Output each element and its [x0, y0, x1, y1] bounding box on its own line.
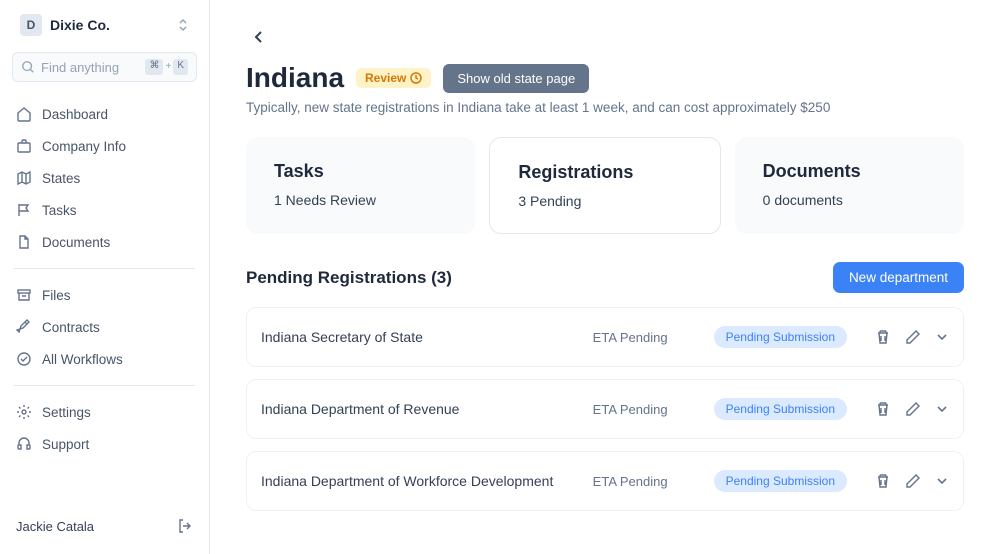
section-header: Pending Registrations (3) New department — [246, 262, 964, 293]
nav-label: Settings — [42, 405, 91, 420]
sidebar-item-settings[interactable]: Settings — [0, 396, 209, 428]
search-placeholder: Find anything — [41, 60, 119, 75]
registrations-list: Indiana Secretary of State ETA Pending P… — [246, 307, 964, 511]
sidebar-item-workflows[interactable]: All Workflows — [0, 343, 209, 375]
status-badge: Pending Submission — [714, 398, 847, 420]
search-input[interactable]: Find anything ⌘ + K — [12, 52, 197, 82]
nav-label: Documents — [42, 235, 110, 250]
gear-icon — [16, 404, 32, 420]
map-icon — [16, 170, 32, 186]
card-title: Documents — [763, 161, 936, 182]
edit-icon[interactable] — [905, 401, 921, 417]
registration-row[interactable]: Indiana Department of Workforce Developm… — [246, 451, 964, 511]
clock-icon — [410, 72, 422, 84]
chevron-down-icon[interactable] — [935, 402, 949, 416]
search-icon — [21, 60, 35, 74]
page-subtitle: Typically, new state registrations in In… — [246, 100, 964, 115]
sidebar-item-contracts[interactable]: Contracts — [0, 311, 209, 343]
check-circle-icon — [16, 351, 32, 367]
sidebar-item-files[interactable]: Files — [0, 279, 209, 311]
nav-secondary: Files Contracts All Workflows — [0, 275, 209, 379]
archive-icon — [16, 287, 32, 303]
nav-label: Support — [42, 437, 89, 452]
search-kbd: ⌘ + K — [145, 59, 188, 75]
registration-name: Indiana Department of Workforce Developm… — [261, 473, 593, 489]
chevron-down-icon[interactable] — [935, 474, 949, 488]
card-stat: 0 documents — [763, 192, 936, 208]
logout-icon[interactable] — [177, 518, 193, 534]
page-title: Indiana — [246, 62, 344, 94]
review-badge: Review — [356, 68, 431, 88]
org-badge: D — [20, 14, 42, 36]
registration-eta: ETA Pending — [593, 402, 668, 417]
registration-row[interactable]: Indiana Secretary of State ETA Pending P… — [246, 307, 964, 367]
status-badge: Pending Submission — [714, 470, 847, 492]
new-department-button[interactable]: New department — [833, 262, 964, 293]
home-icon — [16, 106, 32, 122]
card-stat: 1 Needs Review — [274, 192, 447, 208]
sidebar-item-dashboard[interactable]: Dashboard — [0, 98, 209, 130]
chevron-updown-icon — [177, 18, 189, 32]
registration-name: Indiana Department of Revenue — [261, 401, 593, 417]
sidebar-item-states[interactable]: States — [0, 162, 209, 194]
row-actions — [875, 329, 949, 345]
sidebar-footer: Jackie Catala — [0, 508, 209, 544]
card-stat: 3 Pending — [518, 193, 691, 209]
status-badge: Pending Submission — [714, 326, 847, 348]
nav-tertiary: Settings Support — [0, 392, 209, 464]
edit-icon[interactable] — [905, 329, 921, 345]
card-title: Tasks — [274, 161, 447, 182]
nav-primary: Dashboard Company Info States Tasks Docu… — [0, 94, 209, 262]
nav-label: All Workflows — [42, 352, 123, 367]
nav-label: States — [42, 171, 80, 186]
nav-divider — [14, 385, 195, 386]
org-name: Dixie Co. — [50, 17, 110, 33]
main-content: Indiana Review Show old state page Typic… — [210, 0, 1000, 554]
tasks-card[interactable]: Tasks 1 Needs Review — [246, 137, 475, 234]
trash-icon[interactable] — [875, 473, 891, 489]
registration-eta: ETA Pending — [593, 330, 668, 345]
trash-icon[interactable] — [875, 401, 891, 417]
sidebar-item-documents[interactable]: Documents — [0, 226, 209, 258]
sidebar-item-company-info[interactable]: Company Info — [0, 130, 209, 162]
back-button[interactable] — [246, 24, 272, 50]
nav-divider — [14, 268, 195, 269]
registration-name: Indiana Secretary of State — [261, 329, 593, 345]
row-actions — [875, 401, 949, 417]
nav-label: Contracts — [42, 320, 100, 335]
document-icon — [16, 234, 32, 250]
documents-card[interactable]: Documents 0 documents — [735, 137, 964, 234]
edit-icon[interactable] — [905, 473, 921, 489]
nav-label: Company Info — [42, 139, 126, 154]
summary-cards: Tasks 1 Needs Review Registrations 3 Pen… — [246, 137, 964, 234]
registration-eta: ETA Pending — [593, 474, 668, 489]
nav-label: Tasks — [42, 203, 77, 218]
registration-row[interactable]: Indiana Department of Revenue ETA Pendin… — [246, 379, 964, 439]
chevron-down-icon[interactable] — [935, 330, 949, 344]
show-old-page-button[interactable]: Show old state page — [443, 64, 589, 93]
card-title: Registrations — [518, 162, 691, 183]
trash-icon[interactable] — [875, 329, 891, 345]
registrations-card[interactable]: Registrations 3 Pending — [489, 137, 720, 234]
nav-label: Dashboard — [42, 107, 108, 122]
headset-icon — [16, 436, 32, 452]
org-selector[interactable]: D Dixie Co. — [8, 10, 201, 40]
page-header: Indiana Review Show old state page — [246, 62, 964, 94]
briefcase-icon — [16, 138, 32, 154]
nav-label: Files — [42, 288, 71, 303]
section-title: Pending Registrations (3) — [246, 268, 452, 288]
user-name[interactable]: Jackie Catala — [16, 519, 94, 534]
row-actions — [875, 473, 949, 489]
sidebar-item-support[interactable]: Support — [0, 428, 209, 460]
sidebar-item-tasks[interactable]: Tasks — [0, 194, 209, 226]
sidebar: D Dixie Co. Find anything ⌘ + K Dashboar… — [0, 0, 210, 554]
flag-icon — [16, 202, 32, 218]
pen-icon — [16, 319, 32, 335]
